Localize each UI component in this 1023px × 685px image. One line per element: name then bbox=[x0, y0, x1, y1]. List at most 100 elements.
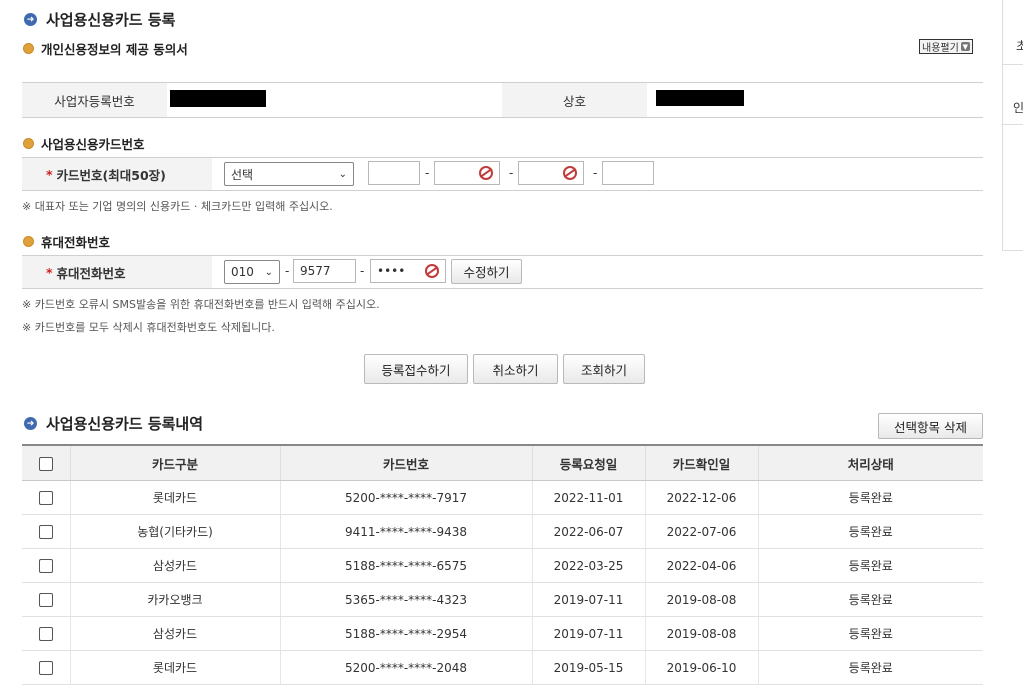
phone-last-input[interactable]: •••• bbox=[370, 259, 446, 283]
row-checkbox[interactable] bbox=[38, 490, 53, 505]
phone-middle-input[interactable]: 9577 bbox=[293, 259, 356, 283]
request-date-cell: 2019-07-11 bbox=[531, 582, 645, 617]
confirm-date-cell: 2019-06-10 bbox=[644, 650, 758, 685]
select-all-checkbox[interactable] bbox=[38, 456, 53, 471]
page-title: 사업용신용카드 등록 bbox=[46, 11, 176, 29]
side-panel-item-1-label: 초 bbox=[1016, 39, 1023, 53]
confirm-date-cell: 2019-08-08 bbox=[644, 582, 758, 617]
consent-title: 개인신용정보의 제공 동의서 bbox=[41, 42, 188, 57]
confirm-date-cell: 2022-07-06 bbox=[644, 514, 758, 549]
dash-separator: - bbox=[285, 264, 290, 278]
card-company-select[interactable]: 선택 ⌄ bbox=[224, 162, 354, 186]
chevron-down-icon: ⌄ bbox=[338, 168, 347, 180]
side-panel: 초 인 bbox=[1002, 0, 1023, 251]
card-list-table: 카드구분 카드번호 등록요청일 카드확인일 처리상태 롯데카드 5200-***… bbox=[22, 444, 983, 685]
request-date-cell: 2022-11-01 bbox=[531, 480, 645, 515]
header-status: 처리상태 bbox=[757, 444, 983, 481]
row-checkbox[interactable] bbox=[38, 626, 53, 641]
phone-prefix-value: 010 bbox=[231, 265, 254, 279]
arrow-right-icon: ➜ bbox=[24, 13, 37, 26]
card-company-cell: 삼성카드 bbox=[69, 548, 280, 583]
edit-phone-button[interactable]: 수정하기 bbox=[451, 259, 522, 284]
list-title: 사업용신용카드 등록내역 bbox=[46, 415, 204, 433]
reg-no-value-redacted bbox=[170, 90, 266, 107]
chevron-down-icon: ⌄ bbox=[264, 266, 273, 278]
phone-prefix-select[interactable]: 010 ⌄ bbox=[224, 260, 280, 284]
confirm-date-cell: 2022-12-06 bbox=[644, 480, 758, 515]
card-number-cell: 5200-****-****-2048 bbox=[279, 650, 532, 685]
phone-last-masked-value: •••• bbox=[377, 264, 406, 278]
card-company-cell: 삼성카드 bbox=[69, 616, 280, 651]
card-number-cell: 5365-****-****-4323 bbox=[279, 582, 532, 617]
card-number-part1-input[interactable] bbox=[368, 161, 420, 185]
list-header: ➜ 사업용신용카드 등록내역 bbox=[24, 413, 203, 434]
card-field-label-text: 카드번호(최대50장) bbox=[56, 167, 166, 183]
hidden-eye-icon[interactable] bbox=[425, 264, 439, 278]
arrow-right-icon: ➜ bbox=[24, 417, 37, 430]
bullet-icon bbox=[23, 138, 34, 149]
inquire-button[interactable]: 조회하기 bbox=[563, 354, 645, 384]
card-company-cell: 롯데카드 bbox=[69, 480, 280, 515]
card-field-label: * 카드번호(최대50장) bbox=[22, 158, 212, 190]
card-number-cell: 5188-****-****-2954 bbox=[279, 616, 532, 651]
table-row: 삼성카드 5188-****-****-6575 2022-03-25 2022… bbox=[22, 548, 983, 583]
row-checkbox[interactable] bbox=[38, 660, 53, 675]
card-number-cell: 5200-****-****-7917 bbox=[279, 480, 532, 515]
phone-field-label: * 휴대전화번호 bbox=[22, 256, 212, 288]
dash-separator: - bbox=[593, 166, 598, 180]
table-row: 롯데카드 5200-****-****-7917 2022-11-01 2022… bbox=[22, 480, 983, 515]
consent-toggle-button[interactable]: 내용펼기 ▼ bbox=[919, 39, 973, 54]
card-number-row: * 카드번호(최대50장) 선택 ⌄ - - - bbox=[22, 157, 983, 191]
hidden-eye-icon[interactable] bbox=[479, 166, 493, 180]
card-company-cell: 카카오뱅크 bbox=[69, 582, 280, 617]
delete-selected-button[interactable]: 선택항목 삭제 bbox=[878, 413, 983, 439]
table-row: 카카오뱅크 5365-****-****-4323 2019-07-11 201… bbox=[22, 582, 983, 617]
select-all-cell bbox=[22, 444, 70, 481]
header-card-company: 카드구분 bbox=[69, 444, 280, 481]
card-number-cell: 9411-****-****-9438 bbox=[279, 514, 532, 549]
card-number-part4-input[interactable] bbox=[602, 161, 654, 185]
page-header: ➜ 사업용신용카드 등록 bbox=[24, 9, 175, 30]
card-number-part2-input[interactable] bbox=[434, 161, 500, 185]
phone-note-2: ※ 카드번호를 모두 삭제시 휴대전화번호도 삭제됩니다. bbox=[22, 321, 275, 334]
card-section-title: 사업용신용카드번호 bbox=[41, 137, 145, 152]
side-panel-item-1[interactable]: 초 bbox=[1003, 0, 1023, 65]
header-card-number: 카드번호 bbox=[279, 444, 532, 481]
table-row: 롯데카드 5200-****-****-2048 2019-05-15 2019… bbox=[22, 650, 983, 685]
side-panel-item-2-label: 인 bbox=[1013, 101, 1023, 115]
dash-separator: - bbox=[425, 166, 430, 180]
status-cell: 등록완료 bbox=[757, 514, 983, 549]
required-icon: * bbox=[46, 166, 53, 182]
card-number-cell: 5188-****-****-6575 bbox=[279, 548, 532, 583]
card-number-part3-input[interactable] bbox=[518, 161, 584, 185]
phone-section-header: 휴대전화번호 bbox=[23, 232, 110, 251]
table-header-row: 카드구분 카드번호 등록요청일 카드확인일 처리상태 bbox=[22, 444, 983, 481]
phone-note-1: ※ 카드번호 오류시 SMS발송을 위한 휴대전화번호를 반드시 입력해 주십시… bbox=[22, 298, 380, 311]
confirm-date-cell: 2022-04-06 bbox=[644, 548, 758, 583]
phone-middle-value: 9577 bbox=[300, 264, 331, 278]
card-note: ※ 대표자 또는 기업 명의의 신용카드 · 체크카드만 입력해 주십시오. bbox=[22, 200, 333, 213]
hidden-eye-icon[interactable] bbox=[563, 166, 577, 180]
cancel-button[interactable]: 취소하기 bbox=[473, 354, 558, 384]
side-panel-item-2[interactable]: 인 bbox=[1003, 64, 1023, 125]
phone-row: * 휴대전화번호 010 ⌄ - 9577 - •••• 수정하기 bbox=[22, 255, 983, 289]
consent-toggle-label: 내용펼기 bbox=[922, 43, 959, 54]
business-name-label: 상호 bbox=[502, 83, 647, 117]
row-checkbox[interactable] bbox=[38, 558, 53, 573]
status-cell: 등록완료 bbox=[757, 480, 983, 515]
required-icon: * bbox=[46, 264, 53, 280]
bullet-icon bbox=[23, 236, 34, 247]
row-checkbox[interactable] bbox=[38, 592, 53, 607]
row-checkbox[interactable] bbox=[38, 524, 53, 539]
header-request-date: 등록요청일 bbox=[531, 444, 645, 481]
phone-field-label-text: 휴대전화번호 bbox=[56, 265, 126, 281]
reg-no-label: 사업자등록번호 bbox=[22, 83, 167, 117]
dash-separator: - bbox=[360, 264, 365, 278]
submit-registration-button[interactable]: 등록접수하기 bbox=[364, 354, 468, 384]
request-date-cell: 2022-06-07 bbox=[531, 514, 645, 549]
bullet-icon bbox=[23, 43, 34, 54]
card-section-header: 사업용신용카드번호 bbox=[23, 134, 145, 153]
request-date-cell: 2022-03-25 bbox=[531, 548, 645, 583]
status-cell: 등록완료 bbox=[757, 582, 983, 617]
card-company-select-value: 선택 bbox=[231, 167, 254, 182]
